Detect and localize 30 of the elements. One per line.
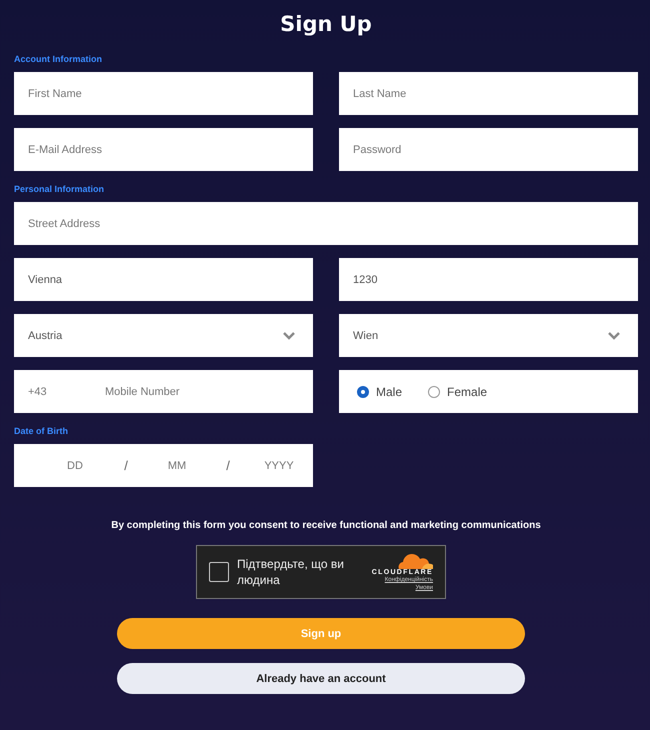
radio-label: Female — [447, 384, 488, 398]
chevron-down-icon — [283, 332, 295, 340]
captcha-label: Підтвердьте, що ви людина — [237, 556, 345, 588]
radio-label: Male — [376, 384, 402, 398]
date-separator: / — [123, 458, 129, 473]
input-field[interactable]: Street Address — [14, 202, 638, 245]
consent-text: By completing this form you consent to receive functional and marketing communications — [110, 520, 542, 531]
select-field[interactable]: Austria — [14, 314, 313, 357]
section-heading: Personal Information — [14, 184, 106, 194]
input-field[interactable]: First Name — [14, 72, 313, 115]
radio-button[interactable] — [428, 386, 440, 398]
date-separator: / — [225, 458, 231, 473]
phone-input[interactable]: Mobile Number — [105, 386, 225, 398]
captcha-checkbox[interactable] — [209, 562, 229, 582]
date-input[interactable]: MM — [146, 460, 208, 472]
input-field[interactable]: E-Mail Address — [14, 128, 313, 171]
country-code[interactable]: +43 — [28, 386, 105, 398]
input-field[interactable]: Vienna — [14, 258, 313, 301]
radio-button[interactable] — [357, 386, 369, 398]
input-field[interactable]: Last Name — [339, 72, 638, 115]
section-heading: Date of Birth — [14, 426, 69, 436]
form-title: Sign Up — [279, 12, 373, 36]
date-input[interactable]: YYYY — [248, 460, 310, 472]
section-heading: Account Information — [14, 54, 103, 64]
select-field[interactable]: Wien — [339, 314, 638, 357]
input-field[interactable]: Password — [339, 128, 638, 171]
chevron-down-icon — [608, 332, 620, 340]
action-button[interactable]: Already have an account — [117, 663, 525, 694]
input-field[interactable]: 1230 — [339, 258, 638, 301]
date-input[interactable]: DD — [44, 460, 106, 472]
